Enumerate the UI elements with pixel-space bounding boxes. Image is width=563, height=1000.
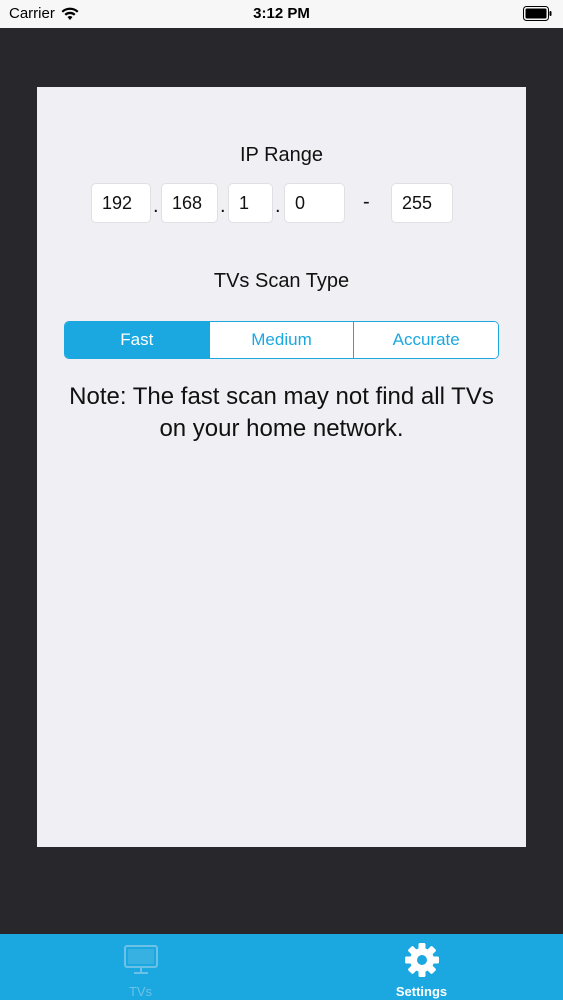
tab-tvs-label: TVs: [128, 984, 153, 999]
ip-dot-separator: .: [153, 195, 159, 217]
scan-type-medium-segment[interactable]: Medium: [208, 322, 354, 358]
tv-icon: [123, 945, 158, 974]
scan-type-title: TVs Scan Type: [213, 270, 350, 292]
battery-icon: [523, 6, 552, 21]
ip-octet-4-input[interactable]: 0: [284, 183, 345, 223]
scan-type-segmented-control: Fast Medium Accurate: [64, 321, 499, 359]
scan-type-fast-segment[interactable]: Fast: [65, 322, 209, 358]
status-time: 3:12 PM: [253, 5, 310, 22]
ip-range-title: IP Range: [239, 144, 324, 166]
status-bar: Carrier 3:12 PM: [0, 0, 563, 28]
ip-octet-2-input[interactable]: 168: [161, 183, 218, 223]
ip-dot-separator: .: [275, 195, 281, 217]
scan-type-accurate-segment[interactable]: Accurate: [353, 322, 498, 358]
ip-octet-1-input[interactable]: 192: [91, 183, 151, 223]
scan-note: Note: The fast scan may not find all TVs…: [69, 383, 494, 442]
tab-settings-label: Settings: [395, 984, 448, 999]
ip-range-dash: -: [363, 191, 370, 213]
tab-settings[interactable]: Settings: [281, 934, 562, 1000]
ip-dot-separator: .: [220, 195, 226, 217]
tab-tvs[interactable]: TVs: [0, 934, 281, 1000]
settings-card: IP Range 192 . 168 . 1 . 0 - 255 TVs Sca…: [37, 87, 526, 847]
gear-icon: [404, 943, 439, 977]
ip-range-end-input[interactable]: 255: [391, 183, 453, 223]
tab-bar: TVs Settings: [0, 934, 563, 1000]
ip-octet-3-input[interactable]: 1: [228, 183, 273, 223]
